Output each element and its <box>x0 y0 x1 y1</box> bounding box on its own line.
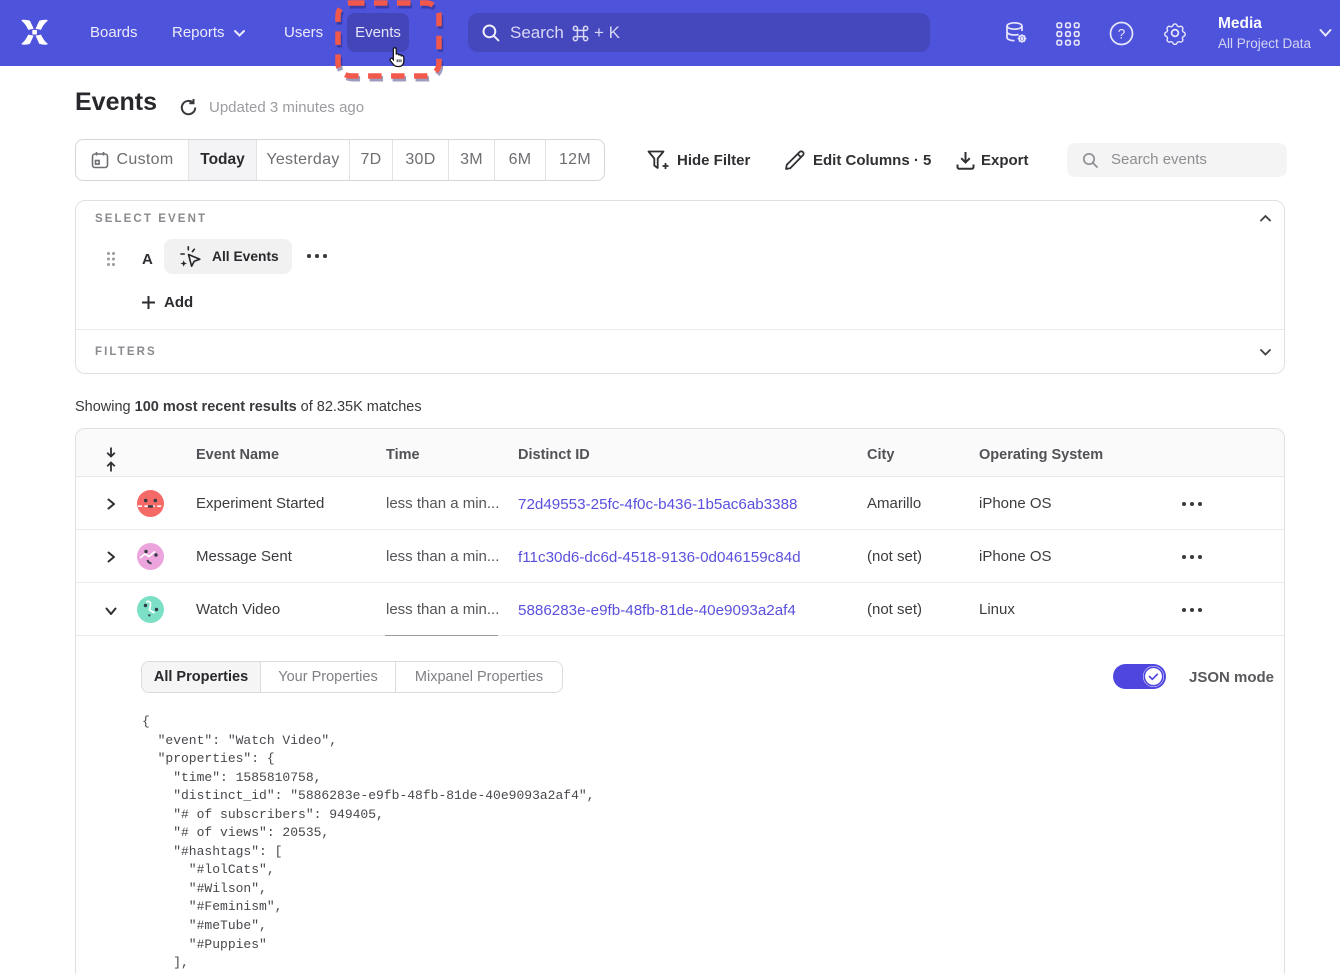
svg-text:?: ? <box>1118 26 1126 41</box>
